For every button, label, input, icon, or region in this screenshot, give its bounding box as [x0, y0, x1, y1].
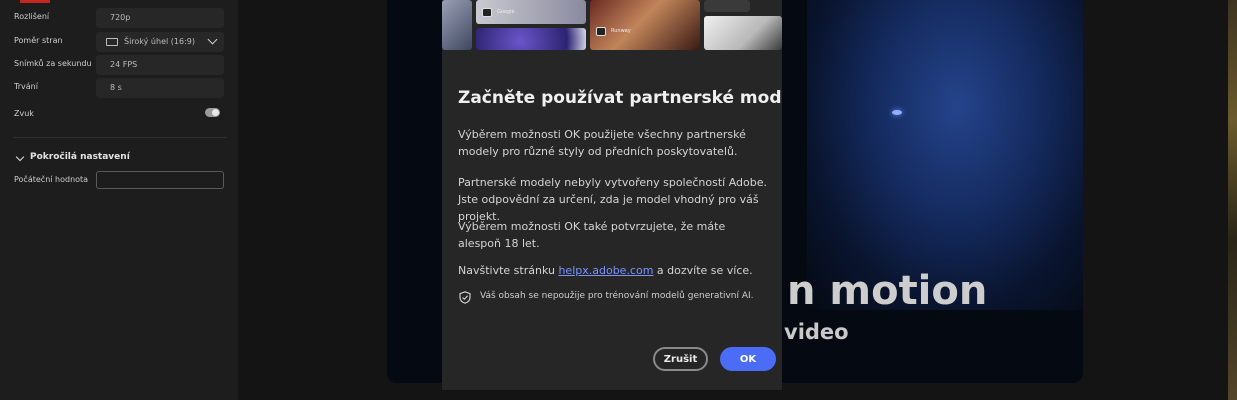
- aspect-ratio-label: Poměr stran: [14, 36, 63, 45]
- ok-button[interactable]: OK: [720, 347, 776, 371]
- dialog-paragraph: Navštivte stránku helpx.adobe.com a dozv…: [458, 262, 768, 279]
- thumbnail-strip: Google Runway: [442, 0, 782, 50]
- seed-label: Počáteční hodnota: [14, 175, 89, 184]
- fps-label: Snímků za sekundu: [14, 59, 92, 68]
- seed-input[interactable]: [96, 171, 224, 189]
- partner-models-dialog: Google Runway Začněte používat partnersk…: [442, 0, 782, 390]
- thumbnail-label: Google: [497, 9, 515, 15]
- sound-label: Zvuk: [14, 109, 34, 118]
- widescreen-icon: [106, 38, 118, 46]
- runway-logo-icon: [596, 27, 606, 36]
- duration-label: Trvání: [14, 82, 38, 91]
- fps-select[interactable]: 24 FPS: [96, 55, 224, 75]
- aspect-ratio-value: Široký úhel (16:9): [124, 37, 195, 46]
- active-indicator: [20, 0, 50, 3]
- paragraph-text: a dozvíte se více.: [653, 264, 753, 277]
- thumbnail-image: [704, 0, 750, 12]
- thumbnail-image: Runway: [590, 0, 700, 50]
- thumbnail-image: [704, 16, 782, 50]
- thumbnail-image: [476, 28, 586, 50]
- duration-select[interactable]: 8 s: [96, 78, 224, 98]
- aspect-ratio-select[interactable]: Široký úhel (16:9): [96, 32, 224, 52]
- google-logo-icon: [482, 8, 492, 17]
- resolution-select[interactable]: 720p: [96, 8, 224, 28]
- sound-toggle[interactable]: [205, 108, 220, 117]
- aspect-ratio-row: Poměr stran Široký úhel (16:9): [14, 32, 226, 52]
- cancel-button[interactable]: Zrušit: [653, 347, 708, 371]
- fps-row: Snímků za sekundu 24 FPS: [14, 55, 226, 75]
- dialog-paragraph: Výběrem možnosti OK také potvrzujete, že…: [458, 220, 726, 250]
- shield-check-icon: [459, 291, 471, 304]
- chevron-down-icon[interactable]: [15, 152, 25, 162]
- privacy-note: Váš obsah se nepoužije pro trénování mod…: [480, 291, 754, 301]
- advanced-settings-header[interactable]: Pokročilá nastavení: [30, 152, 130, 162]
- divider: [14, 137, 226, 138]
- preview-subline: video: [784, 320, 849, 344]
- thumbnail-image: [442, 0, 472, 50]
- resolution-label: Rozlišení: [14, 12, 50, 21]
- settings-panel: Rozlišení 720p Poměr stran Široký úhel (…: [0, 0, 238, 400]
- leopard-eye: [892, 110, 902, 115]
- leopard-image: [807, 0, 1083, 310]
- helpx-link[interactable]: helpx.adobe.com: [558, 264, 653, 277]
- resolution-row: Rozlišení 720p: [14, 8, 226, 28]
- chevron-down-icon: [207, 34, 218, 45]
- dialog-title: Začněte používat partnerské modely: [458, 88, 782, 108]
- sound-row: Zvuk: [14, 105, 226, 125]
- thumbnail-label: Runway: [611, 28, 631, 34]
- preview-headline: n motion: [787, 268, 988, 314]
- paragraph-text: Navštivte stránku: [458, 264, 559, 277]
- dialog-paragraph: Výběrem možnosti OK použijete všechny pa…: [458, 128, 746, 158]
- thumbnail-image: Google: [476, 0, 586, 24]
- duration-row: Trvání 8 s: [14, 78, 226, 98]
- edge-image-strip: [1228, 0, 1237, 400]
